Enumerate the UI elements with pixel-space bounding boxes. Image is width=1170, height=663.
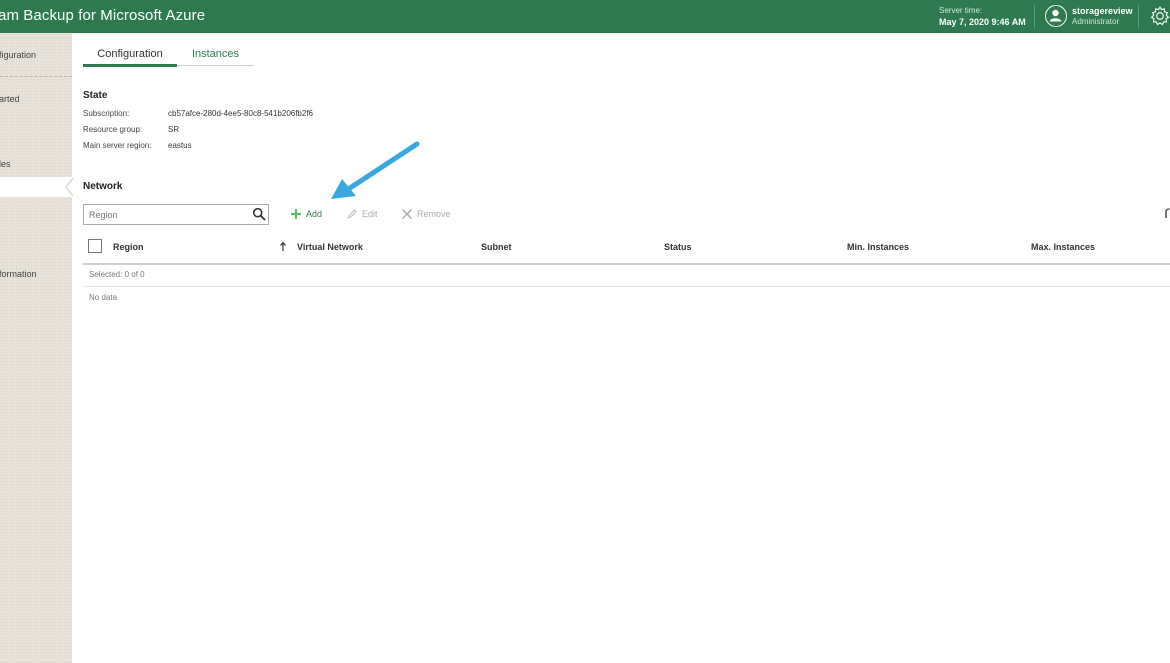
plus-icon bbox=[291, 209, 301, 219]
app-header: am Backup for Microsoft Azure Server tim… bbox=[0, 0, 1170, 33]
sidebar-item-configuration[interactable]: figuration bbox=[0, 50, 36, 60]
annotation-arrow-icon bbox=[325, 138, 425, 203]
sidebar-active-notch bbox=[65, 177, 74, 197]
subscription-value: cb57afce-280d-4ee5-80c8-541b206fb2f6 bbox=[168, 109, 314, 118]
gear-icon[interactable] bbox=[1148, 4, 1170, 28]
resource-group-label: Resource group: bbox=[83, 125, 143, 134]
sidebar-item-roles[interactable]: les bbox=[0, 159, 11, 169]
server-time: Server time: May 7, 2020 9:46 AM bbox=[939, 6, 1026, 27]
remove-button-label: Remove bbox=[417, 209, 451, 219]
header-divider bbox=[1138, 5, 1139, 28]
pencil-icon bbox=[347, 209, 357, 219]
sidebar-divider bbox=[0, 76, 72, 77]
tab-configuration[interactable]: Configuration bbox=[83, 48, 177, 60]
column-header-region[interactable]: Region bbox=[113, 242, 144, 252]
add-button[interactable]: Add bbox=[290, 207, 322, 221]
table-header-divider bbox=[83, 263, 1170, 265]
add-button-label: Add bbox=[306, 209, 323, 219]
edit-button-label: Edit bbox=[362, 209, 378, 219]
table-row-divider bbox=[83, 286, 1170, 287]
app-title: am Backup for Microsoft Azure bbox=[0, 7, 206, 24]
server-time-value: May 7, 2020 9:46 AM bbox=[939, 17, 1026, 27]
tab-instances[interactable]: Instances bbox=[177, 48, 254, 60]
sidebar-item-information[interactable]: formation bbox=[0, 269, 37, 279]
sidebar: figuration arted les formation bbox=[0, 33, 74, 663]
user-role: Administrator bbox=[1072, 17, 1120, 26]
state-title: State bbox=[83, 90, 108, 101]
empty-state-text: No data bbox=[89, 293, 118, 302]
resource-group-value: SR bbox=[168, 125, 180, 134]
user-icon[interactable] bbox=[1045, 5, 1067, 27]
selected-count: Selected: 0 of 0 bbox=[89, 270, 145, 279]
header-divider bbox=[1034, 5, 1035, 28]
close-icon bbox=[401, 208, 413, 220]
subscription-label: Subscription: bbox=[83, 109, 130, 118]
main-server-region-label: Main server region: bbox=[83, 141, 152, 150]
column-header-virtual-network[interactable]: Virtual Network bbox=[297, 242, 363, 252]
main-server-region-value: eastus bbox=[168, 141, 192, 150]
column-header-subnet[interactable]: Subnet bbox=[481, 242, 512, 252]
region-search-input[interactable] bbox=[84, 205, 244, 224]
column-header-status[interactable]: Status bbox=[664, 242, 692, 252]
column-header-max-instances[interactable]: Max. Instances bbox=[1031, 242, 1095, 252]
select-all-checkbox[interactable] bbox=[88, 239, 102, 253]
sidebar-item-active[interactable] bbox=[0, 177, 73, 197]
network-title: Network bbox=[83, 181, 123, 192]
search-icon[interactable] bbox=[252, 207, 266, 221]
remove-button[interactable]: Remove bbox=[401, 207, 451, 221]
user-menu[interactable]: storagereview Administrator bbox=[1072, 6, 1133, 27]
refresh-icon[interactable] bbox=[1163, 207, 1170, 219]
column-header-min-instances[interactable]: Min. Instances bbox=[847, 242, 909, 252]
region-search-box bbox=[83, 204, 269, 225]
sidebar-item-getting-started[interactable]: arted bbox=[0, 94, 20, 104]
server-time-label: Server time: bbox=[939, 6, 983, 15]
tab-active-indicator bbox=[83, 64, 177, 67]
user-name: storagereview bbox=[1072, 6, 1133, 16]
edit-button[interactable]: Edit bbox=[346, 207, 378, 221]
arrow-up-icon[interactable] bbox=[279, 241, 287, 252]
